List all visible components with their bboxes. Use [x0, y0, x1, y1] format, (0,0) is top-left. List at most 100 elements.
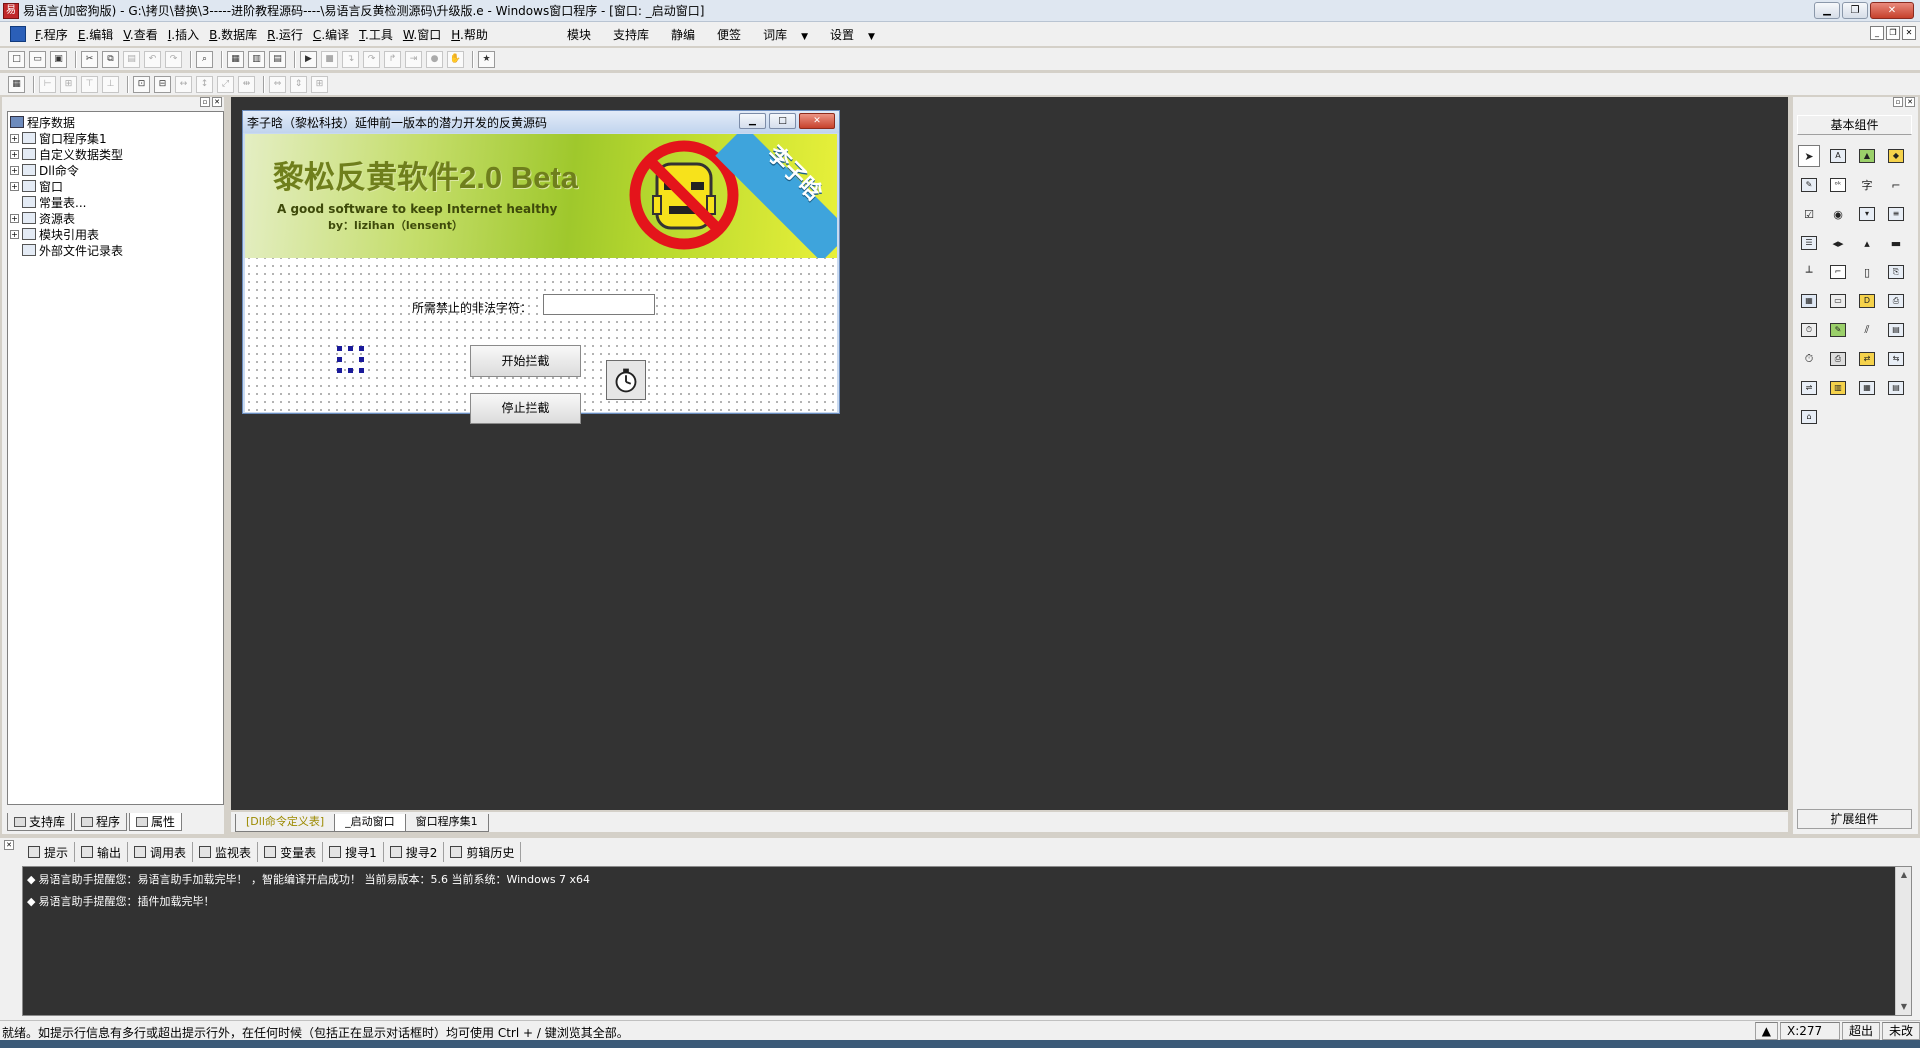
breakpoint-icon[interactable]: ● — [426, 50, 443, 68]
network-icon[interactable]: ⫽ — [1856, 319, 1878, 341]
mdi-restore-button[interactable]: ❐ — [1886, 26, 1900, 40]
tree-item[interactable]: + Dll命令 — [10, 162, 221, 178]
stop-icon[interactable]: ■ — [321, 50, 338, 68]
odbc-link-icon[interactable]: ⌂ — [1798, 406, 1820, 428]
tab-clipboard-history[interactable]: 剪辑历史 — [444, 842, 522, 862]
progress-icon[interactable]: ▬ — [1885, 232, 1907, 254]
tree-item[interactable]: + 自定义数据类型 — [10, 146, 221, 162]
menu-tools[interactable]: T.工具 — [354, 26, 398, 43]
tree-item[interactable]: + 资源表 — [10, 210, 221, 226]
paste-icon[interactable]: ▤ — [123, 50, 140, 68]
tree-item[interactable]: 外部文件记录表 — [10, 242, 221, 258]
run-icon[interactable]: ▶ — [300, 50, 317, 68]
copy-icon[interactable]: ⧉ — [102, 50, 119, 68]
menu-insert[interactable]: I.插入 — [163, 26, 204, 43]
panel-float-button[interactable]: ▫ — [200, 97, 210, 107]
menu-database[interactable]: B.数据库 — [204, 26, 262, 43]
undo-icon[interactable]: ↶ — [144, 50, 161, 68]
hscroll-icon[interactable]: ◂▸ — [1827, 232, 1849, 254]
expand-icon[interactable]: + — [10, 181, 19, 191]
extended-components-header[interactable]: 扩展组件 — [1797, 809, 1912, 829]
tab-call-stack[interactable]: 调用表 — [128, 842, 194, 862]
illegal-chars-label[interactable]: 所需禁止的非法字符： — [412, 299, 532, 316]
center-vertical-icon[interactable]: ⊟ — [154, 75, 171, 93]
tab-order-icon[interactable]: ⊞ — [311, 75, 328, 93]
tab-window-assembly[interactable]: 窗口程序集1 — [404, 814, 489, 832]
drive-icon[interactable]: ▯ — [1856, 261, 1878, 283]
mdi-minimize-button[interactable]: _ — [1870, 26, 1884, 40]
menu-static-compile[interactable]: 静编 — [660, 26, 706, 43]
font-icon[interactable]: ▭ — [1827, 290, 1849, 312]
radio-icon[interactable]: ◉ — [1827, 203, 1849, 225]
table-icon[interactable]: ⇄ — [1856, 348, 1878, 370]
tab-dll-table[interactable]: [Dll命令定义表] — [235, 814, 336, 832]
selection-handles[interactable] — [337, 346, 364, 373]
same-height-icon[interactable]: ↕ — [196, 75, 213, 93]
menu-window[interactable]: W.窗口 — [398, 26, 446, 43]
listbox-icon[interactable]: ≡ — [1885, 203, 1907, 225]
save-icon[interactable]: ▣ — [50, 50, 67, 68]
checkbox-icon[interactable]: ☑ — [1798, 203, 1820, 225]
resize-handle[interactable] — [359, 357, 364, 362]
menu-edit[interactable]: E.编辑 — [73, 26, 118, 43]
tab-output[interactable]: 输出 — [75, 842, 129, 862]
start-block-button[interactable]: 开始拦截 — [470, 345, 581, 377]
open-file-icon[interactable]: ▭ — [29, 50, 46, 68]
resize-handle[interactable] — [337, 357, 342, 362]
menu-lexicon[interactable]: 词库 ▼ — [752, 26, 819, 43]
tab-start-window[interactable]: _启动窗口 — [334, 814, 406, 832]
same-width-icon[interactable]: ↔ — [175, 75, 192, 93]
step-out-icon[interactable]: ↱ — [384, 50, 401, 68]
tree-item[interactable]: 常量表... — [10, 194, 221, 210]
helper-icon[interactable]: ★ — [478, 50, 495, 68]
client-icon[interactable]: ▤ — [1885, 319, 1907, 341]
resize-handle[interactable] — [359, 368, 364, 373]
program-layout-icon[interactable]: ▤ — [269, 50, 286, 68]
restore-button[interactable]: ❐ — [1842, 2, 1868, 19]
menu-run[interactable]: R.运行 — [262, 26, 308, 43]
tab-icon[interactable]: ⌐ — [1827, 261, 1849, 283]
expand-icon[interactable]: + — [10, 133, 19, 143]
align-top-icon[interactable]: ⊤ — [81, 75, 98, 93]
same-size-icon[interactable]: ⤢ — [217, 75, 234, 93]
form-client-area[interactable]: 黎松反黄软件2.0 Beta A good software to keep I… — [245, 134, 837, 424]
banner-image[interactable]: 黎松反黄软件2.0 Beta A good software to keep I… — [245, 134, 837, 258]
output-scrollbar[interactable]: ▲ ▼ — [1895, 867, 1911, 1015]
hand-icon[interactable]: ✋ — [447, 50, 464, 68]
timer-icon[interactable]: ⏱ — [1798, 319, 1820, 341]
resize-handle[interactable] — [348, 368, 353, 373]
align-center-icon[interactable]: ⊞ — [60, 75, 77, 93]
grid-icon[interactable]: ▦ — [8, 75, 25, 93]
line-icon[interactable]: ⌐ — [1885, 174, 1907, 196]
window-layout-icon[interactable]: ▥ — [248, 50, 265, 68]
tree-item[interactable]: + 窗口 — [10, 178, 221, 194]
label-icon[interactable]: A — [1827, 145, 1849, 167]
db-icon[interactable]: ▥ — [1827, 377, 1849, 399]
menu-compile[interactable]: C.编译 — [308, 26, 354, 43]
chart-icon[interactable]: ▦ — [1856, 377, 1878, 399]
tab-support-lib[interactable]: 支持库 — [7, 813, 73, 831]
timer-component[interactable] — [606, 360, 646, 400]
mdi-close-button[interactable]: ✕ — [1902, 26, 1916, 40]
space-v-equal-icon[interactable]: ⇕ — [290, 75, 307, 93]
groupbox-icon[interactable]: ᵒᵏ — [1827, 174, 1849, 196]
menu-view[interactable]: V.查看 — [118, 26, 163, 43]
illegal-chars-input[interactable] — [543, 294, 655, 315]
step-over-icon[interactable]: ↷ — [363, 50, 380, 68]
server-icon[interactable]: ⏱ — [1798, 348, 1820, 370]
color-icon[interactable]: ▦ — [1798, 290, 1820, 312]
align-bottom-icon[interactable]: ⊥ — [102, 75, 119, 93]
panel-float-button[interactable]: ▫ — [1893, 97, 1903, 107]
run-to-cursor-icon[interactable]: ⇥ — [405, 50, 422, 68]
menu-help[interactable]: H.帮助 — [446, 26, 493, 43]
designed-form[interactable]: 李子晗（黎松科技）延伸前一版本的潜力开发的反黄源码 ▁ □ ✕ 黎松反黄软件2.… — [242, 110, 840, 424]
edit-icon[interactable]: ✎ — [1798, 174, 1820, 196]
menu-settings[interactable]: 设置 ▼ — [819, 26, 886, 43]
calendar-icon[interactable]: D — [1856, 290, 1878, 312]
space-horizontal-icon[interactable]: ⇹ — [238, 75, 255, 93]
panel-close-button[interactable]: ✕ — [212, 97, 222, 107]
scroll-up-icon[interactable]: ▲ — [1896, 867, 1912, 883]
tree-root[interactable]: 程序数据 — [10, 114, 221, 130]
redo-icon[interactable]: ↷ — [165, 50, 182, 68]
tab-program[interactable]: 程序 — [74, 813, 128, 831]
